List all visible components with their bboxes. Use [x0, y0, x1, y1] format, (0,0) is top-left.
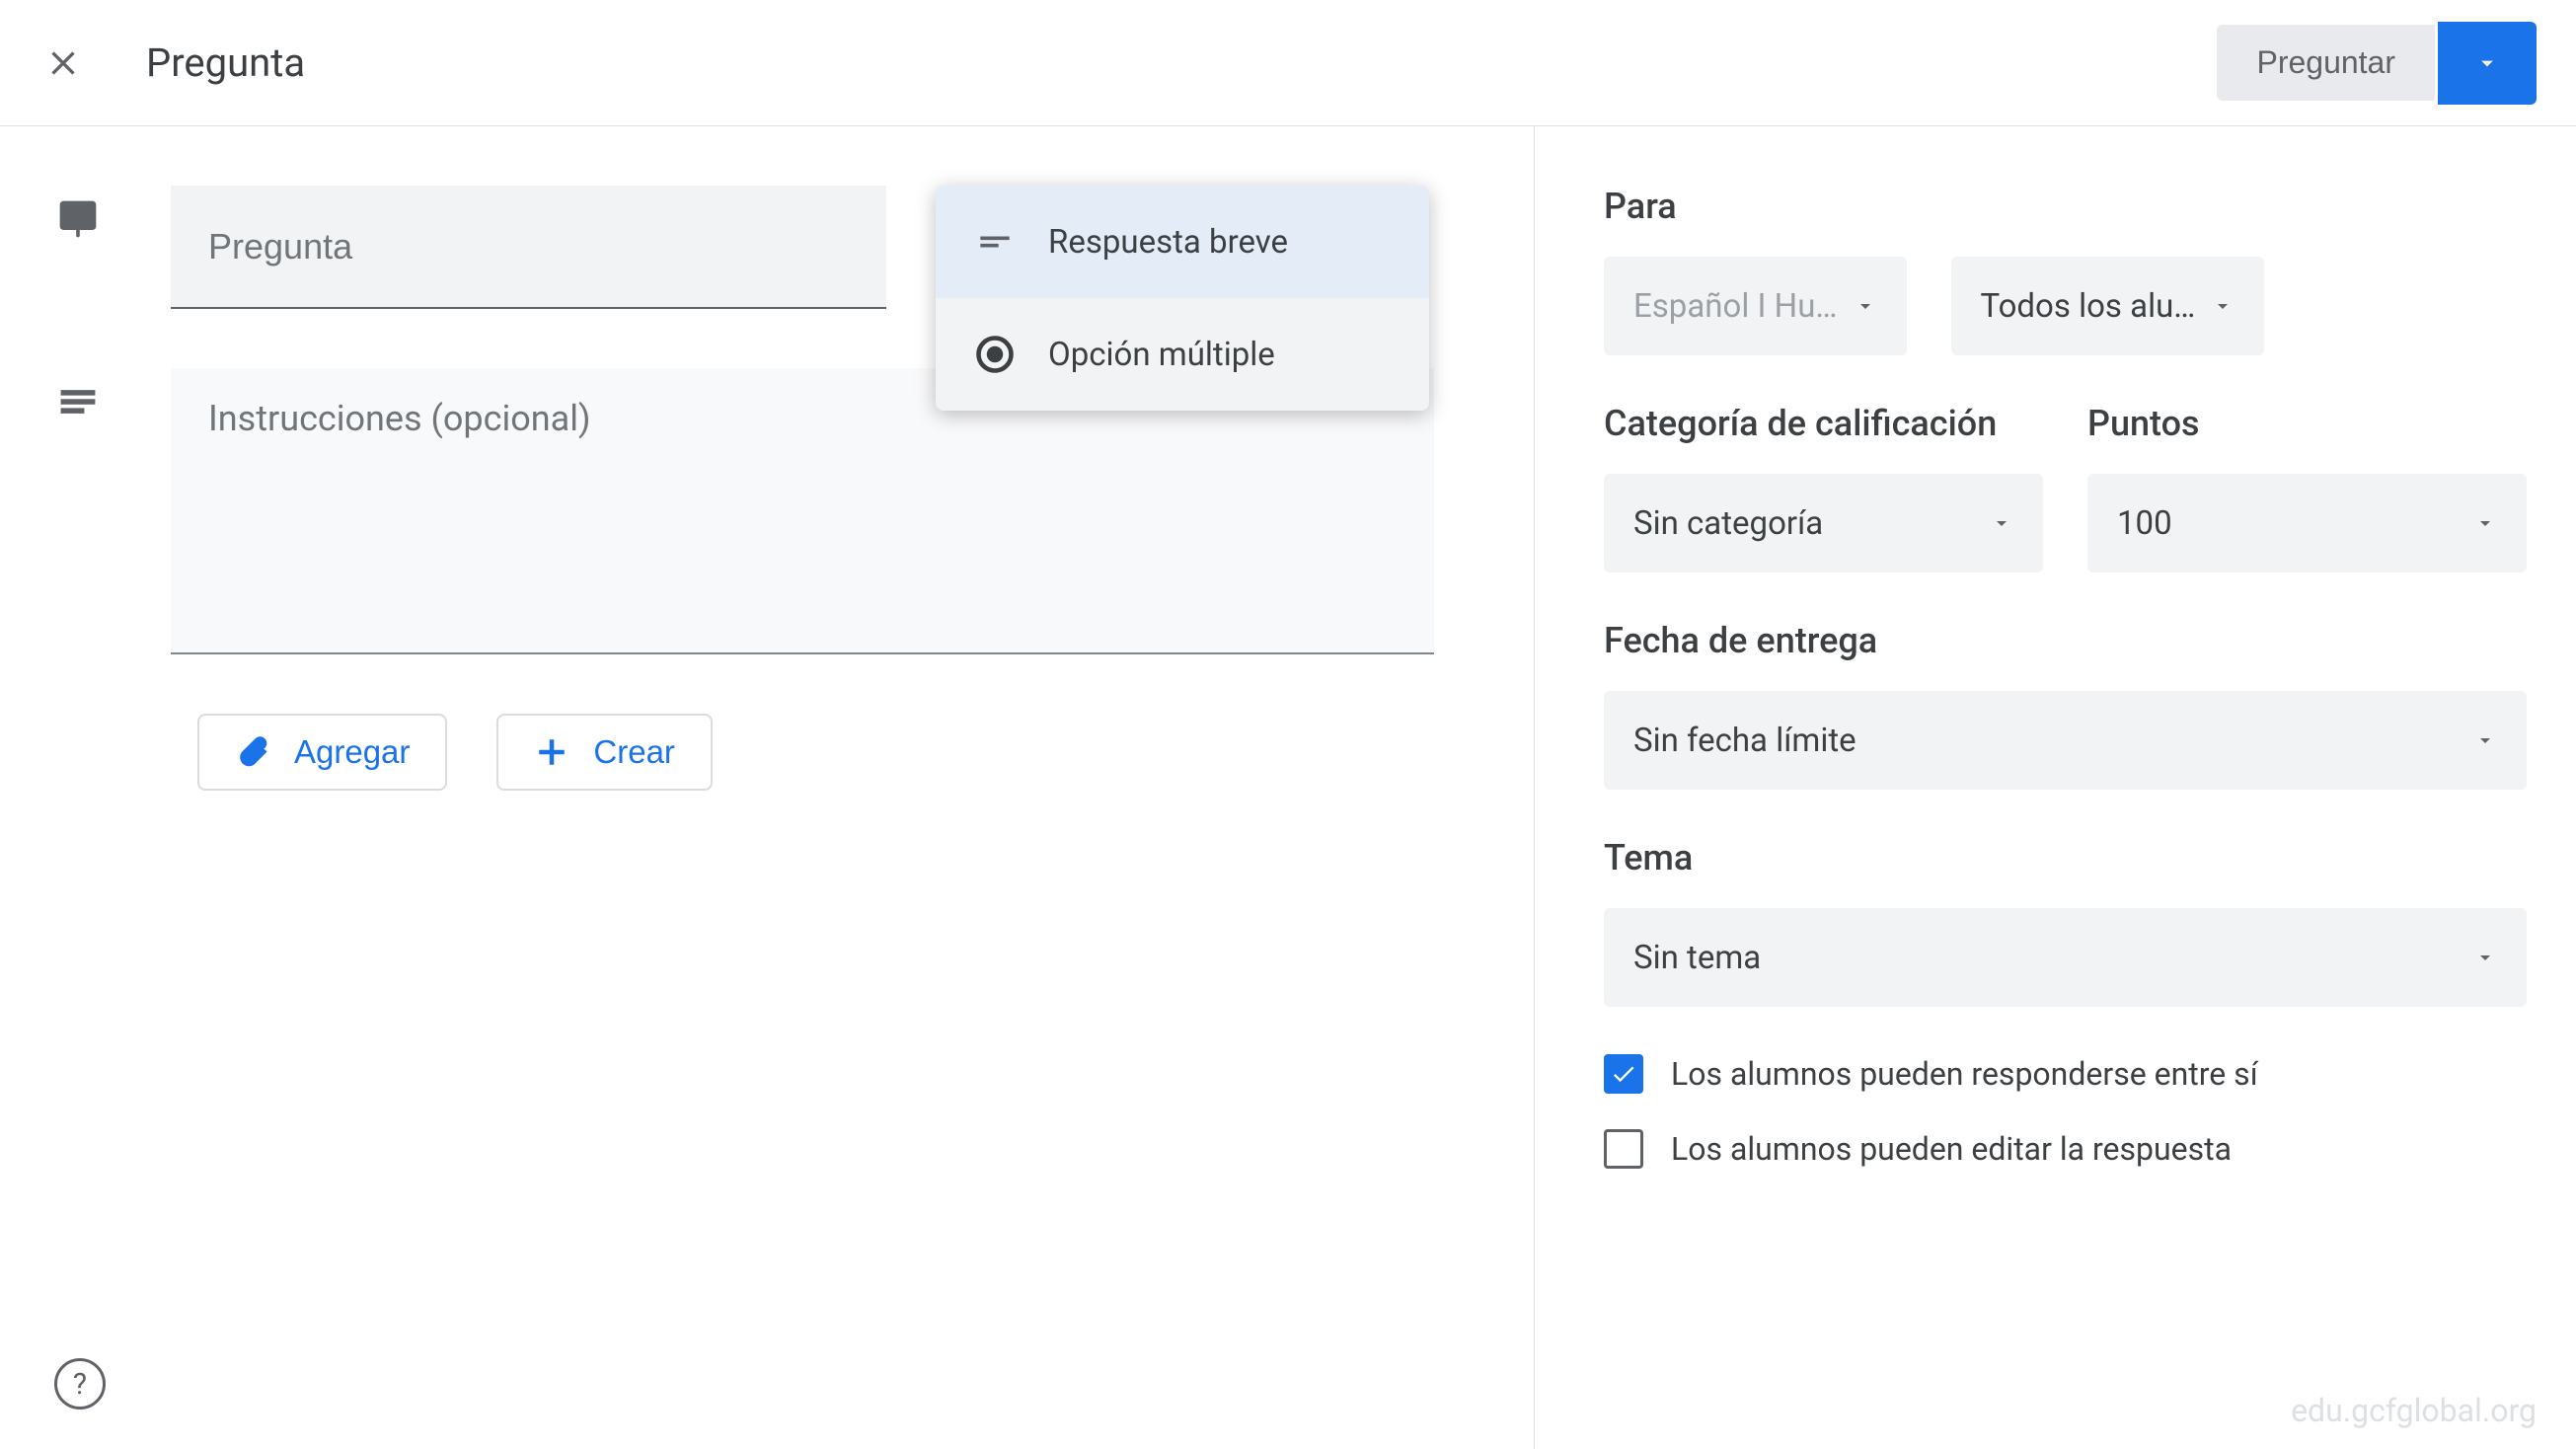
checkbox-unchecked-icon — [1604, 1129, 1643, 1169]
help-button[interactable]: ? — [54, 1358, 106, 1410]
question-form: Respuesta breve Opción múltiple — [0, 126, 1535, 1449]
instructions-icon — [54, 368, 102, 423]
checkbox-checked-icon — [1604, 1054, 1643, 1094]
ask-button[interactable]: Preguntar — [2217, 25, 2435, 101]
students-edit-label: Los alumnos pueden editar la respuesta — [1671, 1130, 2232, 1168]
question-type-dropdown: Respuesta breve Opción múltiple — [936, 186, 1429, 411]
points-label: Puntos — [2087, 403, 2527, 444]
for-label: Para — [1604, 186, 2527, 227]
create-button-label: Crear — [593, 733, 675, 771]
question-icon — [54, 186, 102, 241]
close-icon — [43, 43, 83, 83]
due-date-label: Fecha de entrega — [1604, 620, 2527, 661]
add-button-label: Agregar — [294, 733, 410, 771]
students-reply-label: Los alumnos pueden responderse entre sí — [1671, 1055, 2258, 1093]
points-value: 100 — [2117, 504, 2172, 543]
create-button[interactable]: Crear — [496, 714, 713, 791]
attachment-icon — [235, 734, 270, 770]
caret-down-icon — [2473, 946, 2497, 969]
students-selector[interactable]: Todos los alu… — [1951, 257, 2265, 355]
points-selector[interactable]: 100 — [2087, 474, 2527, 572]
watermark: edu.gcfglobal.org — [2291, 1392, 2537, 1429]
short-answer-icon — [973, 220, 1017, 264]
due-date-selector[interactable]: Sin fecha límite — [1604, 691, 2527, 790]
caret-down-icon — [2473, 49, 2501, 77]
add-attachment-button[interactable]: Agregar — [197, 714, 447, 791]
settings-sidebar: Para Español I Hu… Todos los alu… Catego… — [1535, 126, 2576, 1449]
page-title: Pregunta — [146, 39, 2217, 86]
due-date-value: Sin fecha límite — [1633, 722, 1856, 760]
header: Pregunta Preguntar — [0, 0, 2576, 126]
grade-category-label: Categoría de calificación — [1604, 403, 2043, 444]
caret-down-icon — [2473, 511, 2497, 535]
caret-down-icon — [1854, 294, 1877, 318]
caret-down-icon — [2211, 294, 2235, 318]
instructions-input[interactable] — [171, 368, 1434, 654]
grade-category-selector[interactable]: Sin categoría — [1604, 474, 2043, 572]
students-selector-value: Todos los alu… — [1981, 287, 2196, 326]
topic-value: Sin tema — [1633, 939, 1761, 977]
class-selector[interactable]: Español I Hu… — [1604, 257, 1907, 355]
dropdown-item-label: Opción múltiple — [1048, 336, 1275, 374]
students-edit-option[interactable]: Los alumnos pueden editar la respuesta — [1604, 1129, 2527, 1169]
grade-category-value: Sin categoría — [1633, 504, 1823, 543]
class-selector-value: Español I Hu… — [1633, 287, 1838, 326]
question-input[interactable] — [171, 186, 886, 309]
plus-icon — [534, 734, 569, 770]
ask-dropdown-button[interactable] — [2438, 22, 2537, 105]
close-button[interactable] — [39, 39, 87, 87]
caret-down-icon — [2473, 728, 2497, 752]
caret-down-icon — [1990, 511, 2013, 535]
radio-icon — [973, 333, 1017, 376]
topic-selector[interactable]: Sin tema — [1604, 908, 2527, 1007]
question-type-short-answer[interactable]: Respuesta breve — [936, 186, 1429, 298]
question-type-multiple-choice[interactable]: Opción múltiple — [936, 298, 1429, 411]
help-icon: ? — [73, 1367, 87, 1402]
students-reply-option[interactable]: Los alumnos pueden responderse entre sí — [1604, 1054, 2527, 1094]
topic-label: Tema — [1604, 837, 2527, 878]
dropdown-item-label: Respuesta breve — [1048, 223, 1288, 262]
